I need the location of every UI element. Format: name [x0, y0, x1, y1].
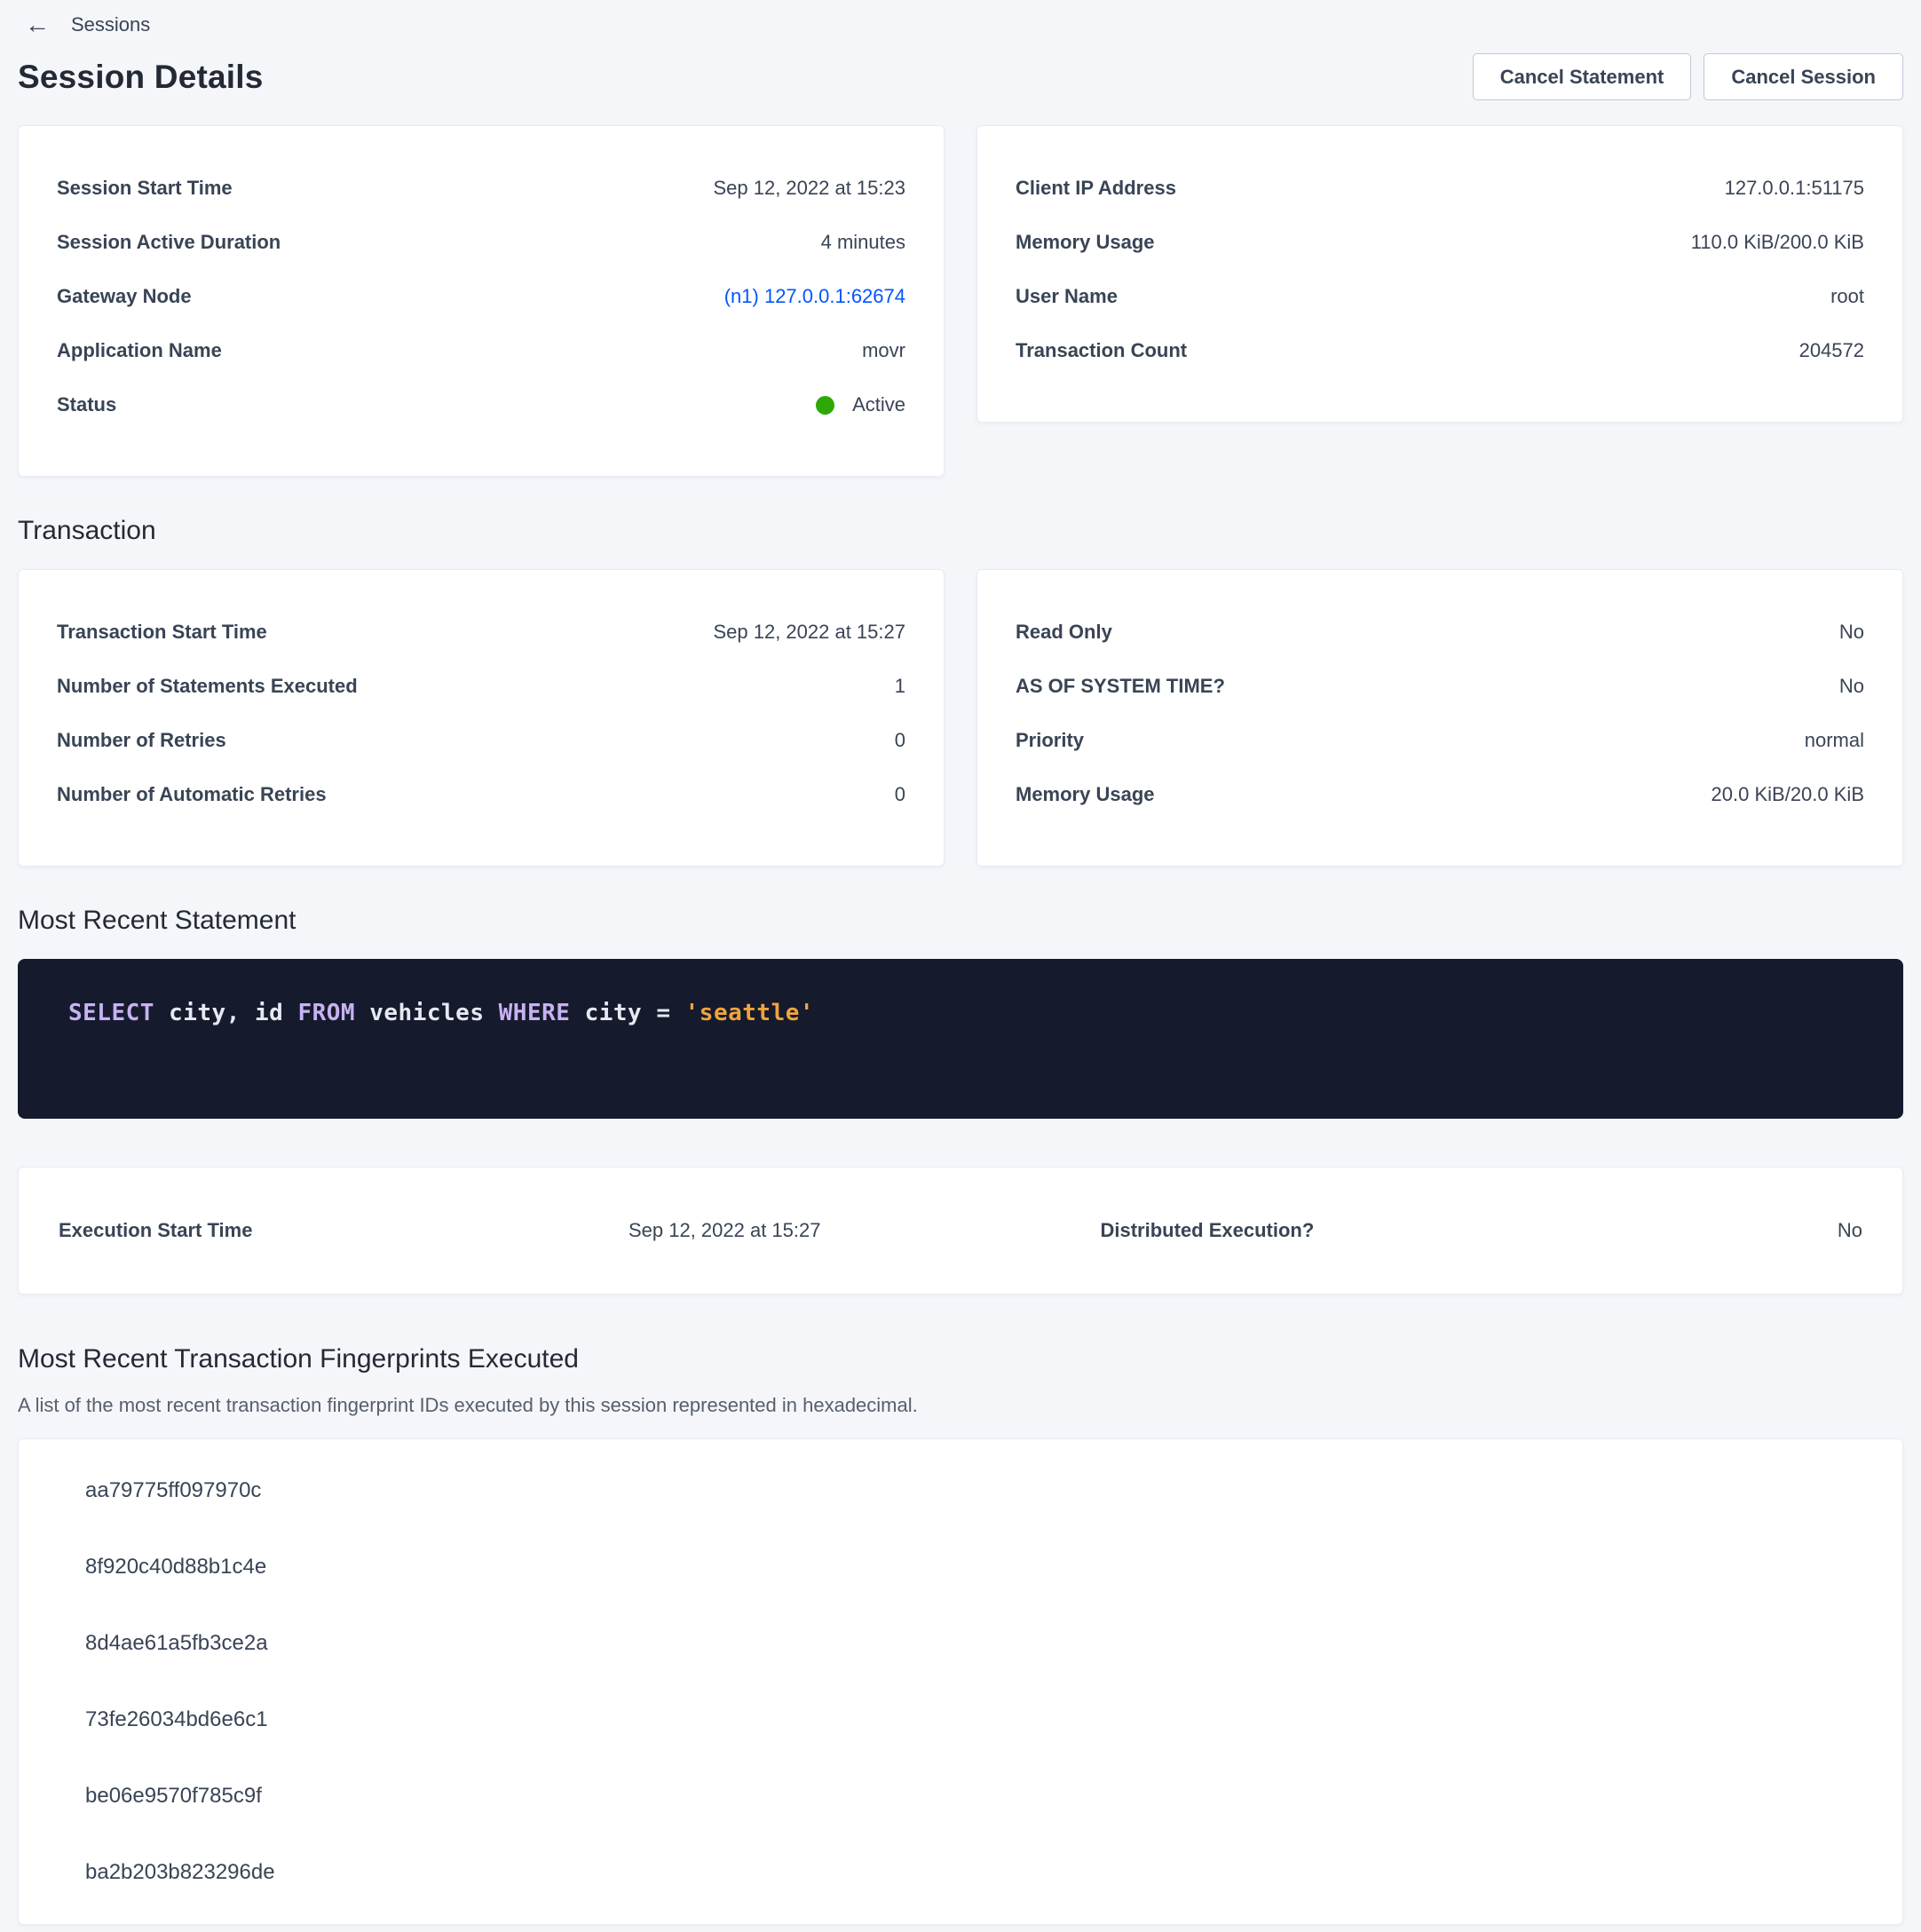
user-name-label: User Name — [1016, 285, 1118, 308]
sql-statement: SELECT city, id FROM vehicles WHERE city… — [68, 1000, 814, 1026]
back-arrow-icon[interactable]: ← — [25, 12, 50, 37]
breadcrumb-sessions-link[interactable]: Sessions — [71, 13, 150, 36]
execution-start-time-label: Execution Start Time — [59, 1219, 252, 1242]
sql-keyword: SELECT — [68, 1000, 154, 1026]
read-only-value: No — [1839, 621, 1864, 644]
gateway-node-label: Gateway Node — [57, 285, 192, 308]
transaction-count-label: Transaction Count — [1016, 339, 1187, 362]
session-summary-cards: Session Start Time Sep 12, 2022 at 15:23… — [18, 125, 1903, 477]
table-row: Status Active — [57, 385, 905, 424]
session-left-card: Session Start Time Sep 12, 2022 at 15:23… — [18, 125, 945, 477]
distributed-execution-row: Distributed Execution? No — [954, 1219, 1863, 1242]
table-row: Session Active Duration 4 minutes — [57, 223, 905, 262]
distributed-execution-label: Distributed Execution? — [1101, 1219, 1315, 1242]
cancel-session-button[interactable]: Cancel Session — [1704, 53, 1903, 100]
table-row: Transaction Count 204572 — [1016, 331, 1864, 370]
session-active-duration-label: Session Active Duration — [57, 231, 281, 254]
automatic-retries-value: 0 — [895, 783, 905, 806]
table-row: Transaction Start Time Sep 12, 2022 at 1… — [57, 613, 905, 652]
list-item: 73fe26034bd6e6c1 — [19, 1682, 1902, 1758]
client-ip-value: 127.0.0.1:51175 — [1725, 177, 1864, 200]
list-item: ba2b203b823296de — [19, 1834, 1902, 1911]
transaction-right-card: Read Only No AS OF SYSTEM TIME? No Prior… — [976, 569, 1903, 867]
status-label: Status — [57, 393, 116, 416]
session-active-duration-value: 4 minutes — [821, 231, 905, 254]
list-item: be06e9570f785c9f — [19, 1758, 1902, 1834]
sql-statement-box: SELECT city, id FROM vehicles WHERE city… — [18, 959, 1903, 1119]
sql-text: vehicles — [355, 1000, 499, 1026]
session-start-time-value: Sep 12, 2022 at 15:23 — [713, 177, 905, 200]
status-value: Active — [852, 393, 905, 416]
execution-start-time-row: Execution Start Time Sep 12, 2022 at 15:… — [59, 1219, 954, 1242]
table-row: Priority normal — [1016, 721, 1864, 760]
table-row: User Name root — [1016, 277, 1864, 316]
status-active-dot-icon — [816, 396, 834, 415]
txn-memory-usage-label: Memory Usage — [1016, 783, 1155, 806]
user-name-value: root — [1830, 285, 1864, 308]
table-row: Client IP Address 127.0.0.1:51175 — [1016, 169, 1864, 208]
session-start-time-label: Session Start Time — [57, 177, 233, 200]
session-right-card: Client IP Address 127.0.0.1:51175 Memory… — [976, 125, 1903, 423]
breadcrumb[interactable]: ← Sessions — [25, 9, 150, 41]
fingerprints-description: A list of the most recent transaction fi… — [18, 1394, 1903, 1417]
status-badge: Active — [816, 393, 905, 416]
application-name-value: movr — [862, 339, 905, 362]
cancel-statement-button[interactable]: Cancel Statement — [1473, 53, 1692, 100]
txn-memory-usage-value: 20.0 KiB/20.0 KiB — [1712, 783, 1864, 806]
sql-string-literal: 'seattle' — [685, 1000, 814, 1026]
fingerprints-card: aa79775ff097970c 8f920c40d88b1c4e 8d4ae6… — [18, 1438, 1903, 1925]
sql-text: city = — [570, 1000, 684, 1026]
transaction-section-heading: Transaction — [18, 516, 1903, 546]
memory-usage-value: 110.0 KiB/200.0 KiB — [1691, 231, 1864, 254]
session-details-page: ← Sessions Session Details Cancel Statem… — [0, 0, 1921, 1925]
table-row: AS OF SYSTEM TIME? No — [1016, 667, 1864, 706]
list-item: aa79775ff097970c — [19, 1453, 1902, 1529]
table-row: Number of Statements Executed 1 — [57, 667, 905, 706]
statement-section-heading: Most Recent Statement — [18, 906, 1903, 936]
table-row: Session Start Time Sep 12, 2022 at 15:23 — [57, 169, 905, 208]
page-title: Session Details — [18, 59, 264, 96]
read-only-label: Read Only — [1016, 621, 1112, 644]
transaction-cards: Transaction Start Time Sep 12, 2022 at 1… — [18, 569, 1903, 867]
sql-text: city, id — [154, 1000, 298, 1026]
fingerprints-section-heading: Most Recent Transaction Fingerprints Exe… — [18, 1344, 1903, 1374]
table-row: Application Name movr — [57, 331, 905, 370]
sql-keyword: WHERE — [499, 1000, 571, 1026]
gateway-node-link[interactable]: (n1) 127.0.0.1:62674 — [724, 285, 905, 308]
statements-executed-value: 1 — [895, 675, 905, 698]
priority-label: Priority — [1016, 729, 1084, 752]
table-row: Number of Retries 0 — [57, 721, 905, 760]
automatic-retries-label: Number of Automatic Retries — [57, 783, 327, 806]
table-row: Gateway Node (n1) 127.0.0.1:62674 — [57, 277, 905, 316]
priority-value: normal — [1805, 729, 1864, 752]
table-row: Number of Automatic Retries 0 — [57, 775, 905, 814]
table-row: Read Only No — [1016, 613, 1864, 652]
as-of-system-time-value: No — [1839, 675, 1864, 698]
retries-label: Number of Retries — [57, 729, 226, 752]
header-actions: Cancel Statement Cancel Session — [1473, 53, 1903, 100]
client-ip-label: Client IP Address — [1016, 177, 1176, 200]
as-of-system-time-label: AS OF SYSTEM TIME? — [1016, 675, 1225, 698]
statements-executed-label: Number of Statements Executed — [57, 675, 358, 698]
distributed-execution-value: No — [1838, 1219, 1862, 1242]
memory-usage-label: Memory Usage — [1016, 231, 1155, 254]
transaction-start-time-value: Sep 12, 2022 at 15:27 — [713, 621, 905, 644]
transaction-count-value: 204572 — [1799, 339, 1864, 362]
sql-keyword: FROM — [297, 1000, 355, 1026]
transaction-left-card: Transaction Start Time Sep 12, 2022 at 1… — [18, 569, 945, 867]
transaction-start-time-label: Transaction Start Time — [57, 621, 267, 644]
execution-start-time-value: Sep 12, 2022 at 15:27 — [628, 1219, 821, 1242]
table-row: Memory Usage 110.0 KiB/200.0 KiB — [1016, 223, 1864, 262]
retries-value: 0 — [895, 729, 905, 752]
list-item: 8f920c40d88b1c4e — [19, 1529, 1902, 1605]
table-row: Memory Usage 20.0 KiB/20.0 KiB — [1016, 775, 1864, 814]
execution-card: Execution Start Time Sep 12, 2022 at 15:… — [18, 1167, 1903, 1295]
page-header: Session Details Cancel Statement Cancel … — [18, 53, 1903, 100]
list-item: 8d4ae61a5fb3ce2a — [19, 1605, 1902, 1682]
application-name-label: Application Name — [57, 339, 222, 362]
